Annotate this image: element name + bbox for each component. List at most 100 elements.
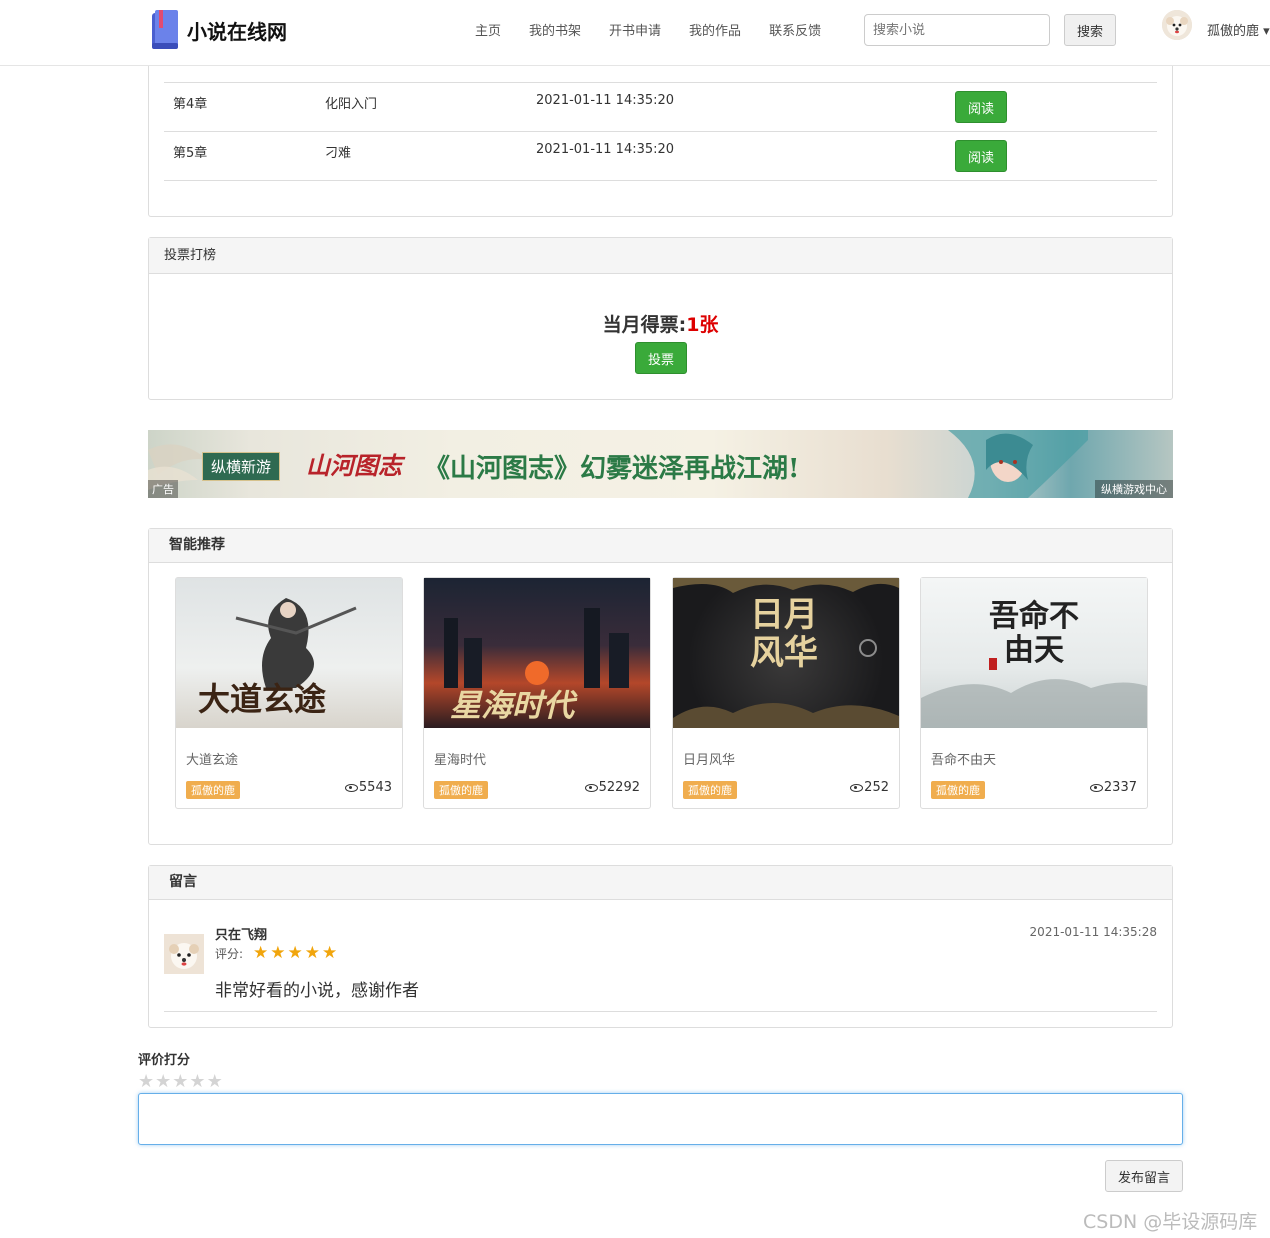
view-count: 2337 xyxy=(1089,780,1137,795)
book-card[interactable]: 星海时代 星海时代 孤傲的鹿 52292 xyxy=(423,577,651,809)
comments-panel: 留言 只在飞翔 2021-01-11 14:35:28 评分: ★ ★ ★ ★ ★ 非常… xyxy=(148,865,1173,1028)
eye-icon xyxy=(850,783,864,792)
nav-my-works[interactable]: 我的作品 xyxy=(689,20,741,39)
rating-input[interactable]: ★ ★ ★ ★ ★ xyxy=(138,1073,224,1091)
ad-title: 《山河图志》幻雾迷泽再战江湖! xyxy=(424,448,799,485)
view-count: 52292 xyxy=(584,780,640,795)
cover-title: 日月风华 xyxy=(750,595,818,673)
book-cover[interactable]: 大道玄途 xyxy=(176,578,402,728)
ad-title-game: 《山河图志》 xyxy=(424,454,581,484)
nav-bookshelf[interactable]: 我的书架 xyxy=(529,20,581,39)
views-value: 2337 xyxy=(1103,780,1137,795)
top-navbar: 小说在线网 主页 我的书架 开书申请 我的作品 联系反馈 搜索 孤傲的鹿 ▾ xyxy=(0,0,1270,66)
book-title[interactable]: 日月风华 xyxy=(683,749,735,768)
brand-name: 小说在线网 xyxy=(187,19,287,44)
star-icon[interactable]: ★ xyxy=(155,1073,171,1091)
star-icon[interactable]: ★ xyxy=(207,1073,223,1091)
cover-title: 吾命不由天 xyxy=(989,599,1079,668)
star-icon: ★ xyxy=(253,943,269,963)
comment-text: 非常好看的小说，感谢作者 xyxy=(215,981,419,1001)
chapter-time: 2021-01-11 14:35:20 xyxy=(536,142,675,157)
comments-heading: 留言 xyxy=(149,866,1172,900)
ad-label: 广告 xyxy=(148,480,178,498)
comment-rating: 评分: ★ ★ ★ ★ ★ xyxy=(215,945,339,962)
nav-apply-book[interactable]: 开书申请 xyxy=(609,20,661,39)
book-cover[interactable]: 吾命不由天 xyxy=(921,578,1147,728)
star-icon[interactable]: ★ xyxy=(138,1073,154,1091)
book-card[interactable]: 大道玄途 大道玄途 孤傲的鹿 5543 xyxy=(175,577,403,809)
chapter-title: 化阳入门 xyxy=(325,97,378,112)
recommend-panel: 智能推荐 大道玄途 大道玄途 孤傲的鹿 5543 星海时代 星海时代 孤傲的鹿 … xyxy=(148,528,1173,845)
star-icon: ★ xyxy=(304,943,321,963)
rating-stars: ★ ★ ★ ★ ★ xyxy=(253,945,339,962)
search-input[interactable] xyxy=(864,14,1050,46)
star-icon[interactable]: ★ xyxy=(172,1073,188,1091)
vote-heading: 投票打榜 xyxy=(149,238,1172,274)
vote-button[interactable]: 投票 xyxy=(635,342,687,374)
caret-down-icon: ▾ xyxy=(1263,24,1270,39)
nav-feedback[interactable]: 联系反馈 xyxy=(769,20,821,39)
monthly-votes: 当月得票:1张 xyxy=(149,310,1172,337)
post-comment-button[interactable]: 发布留言 xyxy=(1105,1160,1183,1192)
cover-title: 大道玄途 xyxy=(198,680,327,718)
star-icon: ★ xyxy=(287,943,303,963)
views-value: 252 xyxy=(864,780,889,795)
commenter-name: 只在飞翔 xyxy=(215,928,268,943)
recommend-heading: 智能推荐 xyxy=(149,529,1172,563)
table-row: 第4章 化阳入门 2021-01-11 14:35:20 阅读 xyxy=(164,83,1157,132)
book-card[interactable]: 日月风华 日月风华 孤傲的鹿 252 xyxy=(672,577,900,809)
view-count: 5543 xyxy=(344,780,392,795)
search-button[interactable]: 搜索 xyxy=(1064,14,1116,46)
chapter-time: 2021-01-11 14:35:20 xyxy=(536,93,675,108)
views-value: 5543 xyxy=(358,780,392,795)
book-title[interactable]: 大道玄途 xyxy=(186,749,238,768)
star-icon[interactable]: ★ xyxy=(189,1073,205,1091)
table-row: 第5章 刁难 2021-01-11 14:35:20 阅读 xyxy=(164,132,1157,181)
author-badge: 孤傲的鹿 xyxy=(434,781,488,799)
chapter-title: 刁难 xyxy=(325,146,352,161)
main-nav: 主页 我的书架 开书申请 我的作品 联系反馈 xyxy=(475,20,849,39)
book-cover[interactable]: 日月风华 xyxy=(673,578,899,728)
vote-panel: 投票打榜 当月得票:1张 投票 xyxy=(148,237,1173,400)
votes-count: 1张 xyxy=(686,314,719,336)
views-value: 52292 xyxy=(598,780,640,795)
read-button[interactable]: 阅读 xyxy=(955,91,1007,123)
cover-title: 星海时代 xyxy=(450,688,574,724)
comment-time: 2021-01-11 14:35:28 xyxy=(1029,925,1157,939)
chapter-list: 第4章 化阳入门 2021-01-11 14:35:20 阅读 第5章 刁难 2… xyxy=(148,40,1173,217)
book-cover[interactable]: 星海时代 xyxy=(424,578,650,728)
ad-banner[interactable]: 纵横新游 山河图志 《山河图志》幻雾迷泽再战江湖! 广告 纵横游戏中心 xyxy=(148,430,1173,498)
book-logo-icon xyxy=(150,9,181,51)
comment-textarea[interactable] xyxy=(138,1093,1183,1145)
eye-icon xyxy=(1089,783,1103,792)
read-button[interactable]: 阅读 xyxy=(955,140,1007,172)
rate-label: 评价打分 xyxy=(138,1053,191,1068)
ad-source: 纵横游戏中心 xyxy=(1095,480,1173,498)
votes-label: 当月得票: xyxy=(602,314,687,336)
user-avatar[interactable] xyxy=(1162,10,1192,40)
rating-label: 评分: xyxy=(215,947,244,961)
book-title[interactable]: 吾命不由天 xyxy=(931,749,996,768)
chapter-number: 第4章 xyxy=(173,97,208,112)
author-badge: 孤傲的鹿 xyxy=(186,781,240,799)
eye-icon xyxy=(584,783,598,792)
author-badge: 孤傲的鹿 xyxy=(931,781,985,799)
ad-logo: 山河图志 xyxy=(306,451,402,480)
brand[interactable]: 小说在线网 xyxy=(150,9,287,51)
username-dropdown[interactable]: 孤傲的鹿 ▾ xyxy=(1207,20,1270,39)
ad-badge: 纵横新游 xyxy=(202,452,281,481)
view-count: 252 xyxy=(850,780,889,795)
chapter-number: 第5章 xyxy=(173,146,208,161)
author-badge: 孤傲的鹿 xyxy=(683,781,737,799)
star-icon: ★ xyxy=(270,943,286,963)
star-icon: ★ xyxy=(322,943,338,963)
ad-title-slogan: 幻雾迷泽再战江湖! xyxy=(580,454,800,484)
commenter-avatar xyxy=(164,934,204,974)
username-label: 孤傲的鹿 xyxy=(1207,24,1260,39)
eye-icon xyxy=(344,783,358,792)
watermark: CSDN @毕设源码库 xyxy=(1083,1211,1258,1233)
book-card[interactable]: 吾命不由天 吾命不由天 孤傲的鹿 2337 xyxy=(920,577,1148,809)
book-title[interactable]: 星海时代 xyxy=(434,749,486,768)
nav-home[interactable]: 主页 xyxy=(475,20,501,39)
character-illustration-icon xyxy=(948,430,1088,498)
